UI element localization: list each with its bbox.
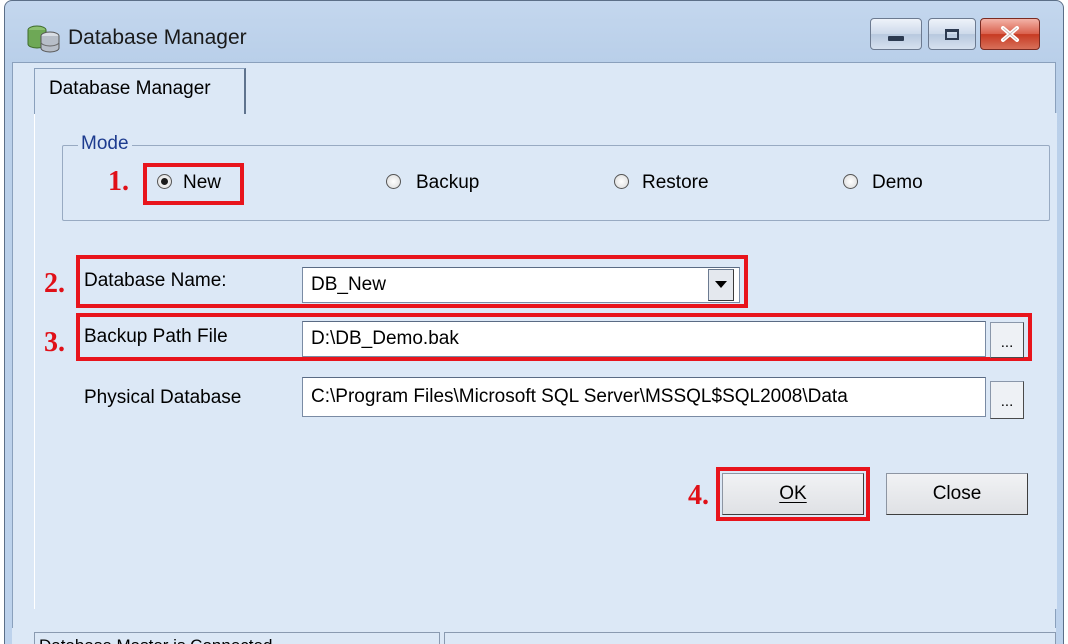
status-pane-message: Database Master is Connected [34, 632, 440, 644]
physical-database-input[interactable]: C:\Program Files\Microsoft SQL Server\MS… [302, 377, 986, 417]
radio-restore-label: Restore [642, 172, 709, 193]
database-name-label: Database Name: [84, 270, 227, 291]
step-2-label: 2. [44, 268, 65, 299]
ok-button-label: OK [779, 483, 807, 504]
database-name-combo[interactable]: DB_New [302, 267, 740, 303]
step-4-label: 4. [688, 480, 709, 511]
close-icon [1001, 26, 1019, 42]
radio-demo[interactable] [843, 174, 858, 189]
chevron-down-icon [715, 281, 727, 288]
close-button-label: Close [932, 483, 982, 504]
radio-demo-label: Demo [872, 172, 923, 193]
close-button[interactable] [980, 18, 1040, 50]
physical-database-label: Physical Database [84, 387, 242, 408]
radio-restore[interactable] [614, 174, 629, 189]
browse-dots: ... [1000, 334, 1014, 351]
ok-button[interactable]: OK [722, 473, 864, 515]
step-1-label: 1. [108, 166, 129, 197]
radio-new-label: New [183, 172, 222, 193]
maximize-icon [945, 28, 959, 40]
tab-database-manager[interactable]: Database Manager [34, 68, 246, 114]
physical-database-browse-button[interactable]: ... [990, 381, 1024, 419]
backup-path-value: D:\DB_Demo.bak [311, 328, 459, 349]
backup-path-input[interactable]: D:\DB_Demo.bak [302, 321, 986, 357]
database-name-value: DB_New [311, 274, 386, 295]
mode-legend: Mode [78, 133, 132, 155]
database-name-dropdown-button[interactable] [708, 269, 734, 301]
radio-backup[interactable] [386, 174, 401, 189]
window-title: Database Manager [68, 26, 247, 49]
radio-new[interactable] [157, 174, 172, 189]
maximize-button[interactable] [928, 18, 976, 50]
minimize-icon [888, 35, 904, 41]
radio-dot [161, 178, 168, 185]
minimize-button[interactable] [870, 18, 922, 50]
radio-backup-label: Backup [416, 172, 480, 193]
database-icon [27, 25, 60, 53]
step-3-label: 3. [44, 327, 65, 358]
status-message: Database Master is Connected [39, 636, 272, 644]
backup-path-browse-button[interactable]: ... [990, 322, 1024, 358]
close-dialog-button[interactable]: Close [886, 473, 1028, 515]
physical-database-value: C:\Program Files\Microsoft SQL Server\MS… [311, 386, 848, 407]
browse-dots: ... [1000, 393, 1014, 410]
backup-path-label: Backup Path File [84, 326, 228, 347]
status-pane-secondary [444, 632, 1056, 644]
